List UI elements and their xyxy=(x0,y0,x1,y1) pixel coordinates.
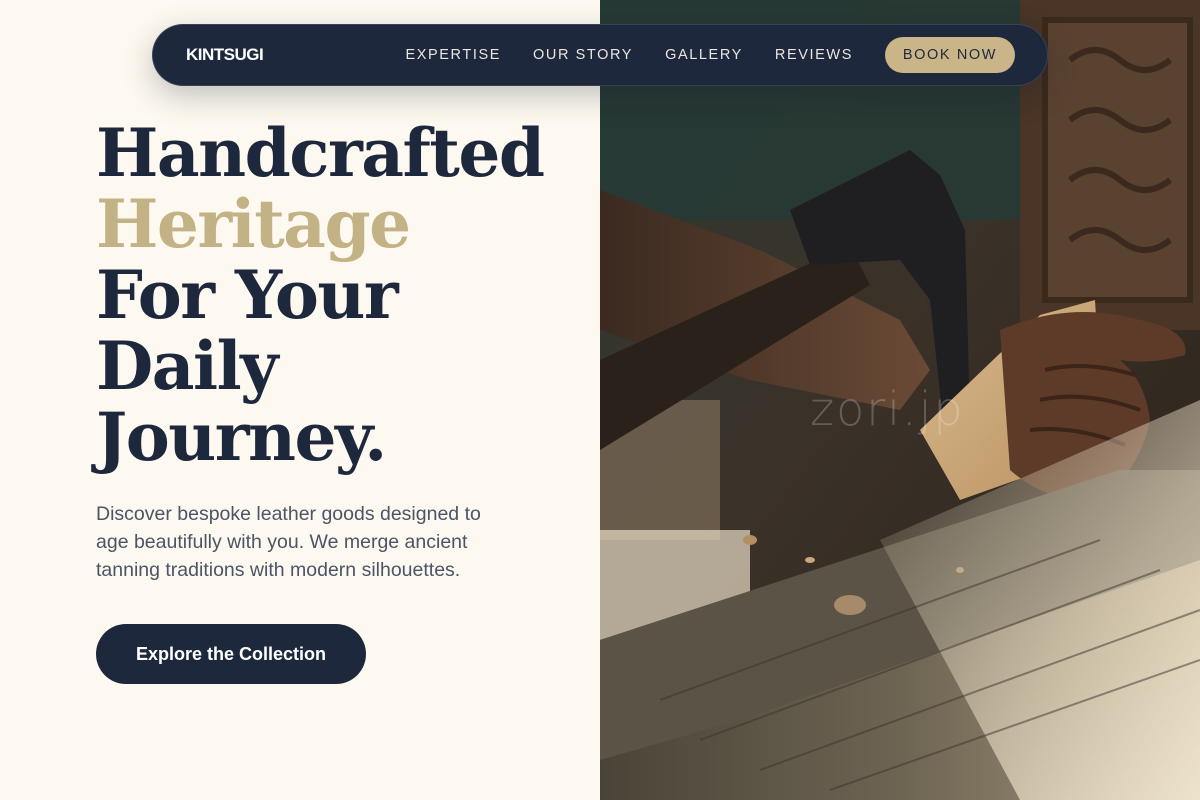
hero-headline: Handcrafted Heritage For Your Daily Jour… xyxy=(96,114,545,476)
book-now-button[interactable]: BOOK NOW xyxy=(885,37,1015,73)
headline-line-3: For Your xyxy=(96,256,399,334)
headline-line-2-accent: Heritage xyxy=(96,185,411,263)
nav-link-reviews[interactable]: REVIEWS xyxy=(775,47,853,63)
headline-line-4: Daily xyxy=(96,327,278,405)
explore-collection-button[interactable]: Explore the Collection xyxy=(96,624,366,684)
brand-logo[interactable]: KINTSUGI xyxy=(186,45,264,65)
hero-description: Discover bespoke leather goods designed … xyxy=(96,503,481,581)
image-watermark: zori.jp xyxy=(810,382,965,436)
headline-line-5: Journey. xyxy=(96,398,387,476)
nav-link-expertise[interactable]: EXPERTISE xyxy=(405,47,501,63)
nav-links: EXPERTISE OUR STORY GALLERY REVIEWS BOOK… xyxy=(405,37,1015,73)
headline-line-1: Handcrafted xyxy=(96,114,545,192)
nav-link-our-story[interactable]: OUR STORY xyxy=(533,47,633,63)
hero-image: zori.jp xyxy=(600,0,1200,800)
nav-link-gallery[interactable]: GALLERY xyxy=(665,47,743,63)
top-navbar: KINTSUGI EXPERTISE OUR STORY GALLERY REV… xyxy=(152,24,1048,86)
